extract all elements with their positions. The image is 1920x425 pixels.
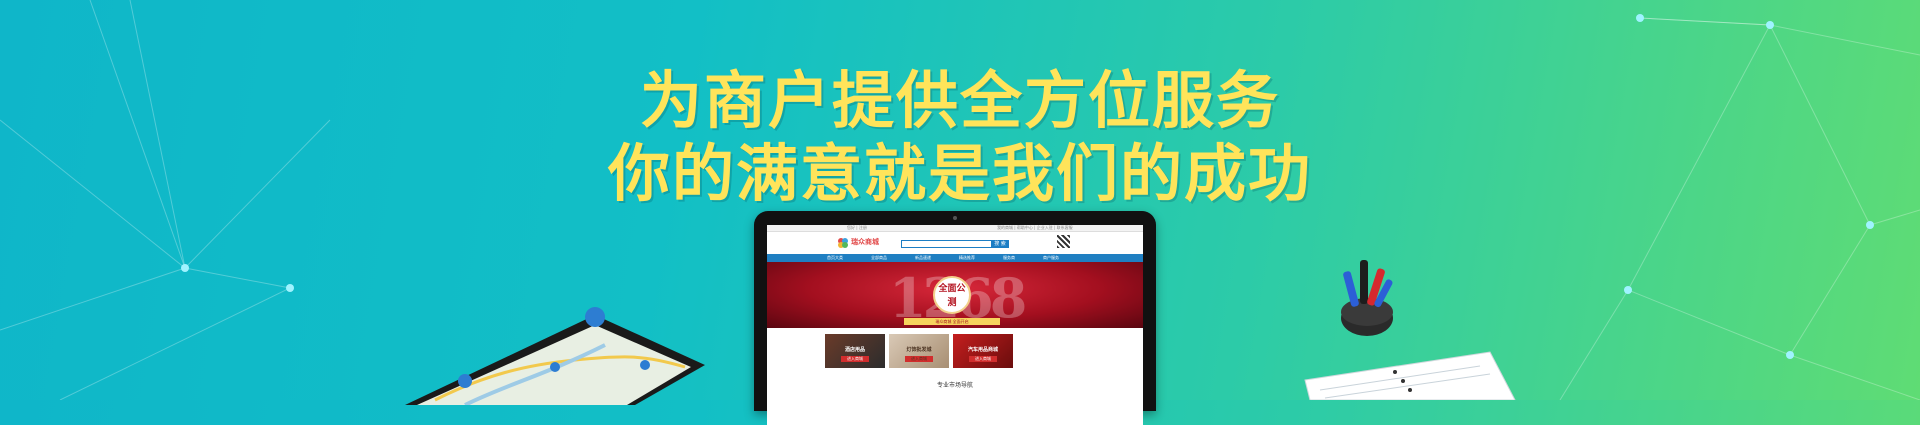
notebook-illustration bbox=[1304, 351, 1516, 400]
monitor-frame: 您好 | 注册 我的商城 | 帮助中心 | 企业入驻 | 联系客服 瑞众商城 搜… bbox=[754, 211, 1156, 425]
site-logo-icon bbox=[838, 238, 848, 248]
category-tile[interactable]: 酒店用品 进入商城 bbox=[825, 334, 885, 368]
site-nav-item[interactable]: 服务商 bbox=[1003, 254, 1015, 262]
tile-enter-button[interactable]: 进入商城 bbox=[841, 356, 869, 362]
qr-code-icon bbox=[1057, 235, 1070, 248]
site-navbar: 首页大类 全部商品 新品速递 精选推荐 服务商 商户服务 bbox=[767, 254, 1143, 262]
tablet-map-illustration bbox=[405, 307, 705, 405]
banner-seal: 全面公测 bbox=[933, 276, 971, 314]
site-nav-item[interactable]: 商户服务 bbox=[1043, 254, 1059, 262]
site-header: 瑞众商城 搜 索 bbox=[767, 232, 1143, 254]
tile-title: 灯饰批发城 bbox=[906, 347, 932, 353]
site-logo-text[interactable]: 瑞众商城 bbox=[851, 237, 879, 247]
site-nav-item[interactable]: 新品速递 bbox=[915, 254, 931, 262]
site-nav-item[interactable]: 全部商品 bbox=[871, 254, 887, 262]
category-tiles: 酒店用品 进入商城 灯饰批发城 进入商城 汽车用品商城 进入商城 bbox=[825, 334, 1143, 368]
category-tile[interactable]: 灯饰批发城 进入商城 bbox=[889, 334, 949, 368]
website-screen: 您好 | 注册 我的商城 | 帮助中心 | 企业入驻 | 联系客服 瑞众商城 搜… bbox=[767, 225, 1143, 425]
tile-enter-button[interactable]: 进入商城 bbox=[905, 356, 933, 362]
site-nav-item[interactable]: 精选推荐 bbox=[959, 254, 975, 262]
banner-ribbon: 瑞众商城 全面开启 bbox=[904, 318, 1000, 325]
pen-holder-illustration bbox=[1341, 260, 1393, 336]
tile-enter-button[interactable]: 进入商城 bbox=[969, 356, 997, 362]
site-nav-item[interactable]: 首页大类 bbox=[827, 254, 843, 262]
category-tile[interactable]: 汽车用品商城 进入商城 bbox=[953, 334, 1013, 368]
headline-line-2: 你的满意就是我们的成功 bbox=[607, 137, 1312, 210]
topbar-login-links[interactable]: 您好 | 注册 bbox=[847, 225, 867, 231]
topbar-nav-links[interactable]: 我的商城 | 帮助中心 | 企业入驻 | 联系客服 bbox=[997, 225, 1073, 231]
tile-title: 酒店用品 bbox=[844, 347, 865, 353]
site-topbar: 您好 | 注册 我的商城 | 帮助中心 | 企业入驻 | 联系客服 bbox=[767, 225, 1143, 232]
site-banner[interactable]: 1268 全面公测 瑞众商城 全面开启 bbox=[767, 262, 1143, 328]
section-title: 专业市场导航 bbox=[936, 382, 973, 389]
monitor-camera bbox=[953, 216, 957, 220]
site-search-button[interactable]: 搜 索 bbox=[991, 240, 1009, 248]
site-search-input[interactable] bbox=[901, 240, 993, 248]
tile-title: 汽车用品商城 bbox=[967, 347, 998, 353]
